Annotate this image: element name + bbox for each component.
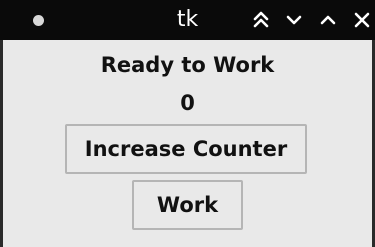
maximize-button[interactable]	[315, 6, 341, 34]
title-bar[interactable]: tk	[0, 0, 375, 40]
close-button[interactable]	[349, 6, 375, 34]
increase-counter-button[interactable]: Increase Counter	[65, 124, 307, 174]
shade-button[interactable]	[248, 6, 274, 34]
app-window: tk Ready to Work 0 Increase Counter Work	[0, 0, 375, 247]
chevron-down-icon	[286, 15, 302, 25]
work-button[interactable]: Work	[132, 180, 243, 230]
status-label: Ready to Work	[100, 53, 275, 77]
minimize-button[interactable]	[281, 6, 307, 34]
x-icon	[354, 12, 370, 28]
counter-value: 0	[180, 91, 195, 115]
window-close-dot-icon[interactable]	[33, 15, 44, 26]
main-content: Ready to Work 0 Increase Counter Work	[3, 40, 372, 247]
double-chevron-up-icon	[253, 11, 269, 28]
chevron-up-icon	[320, 15, 336, 25]
